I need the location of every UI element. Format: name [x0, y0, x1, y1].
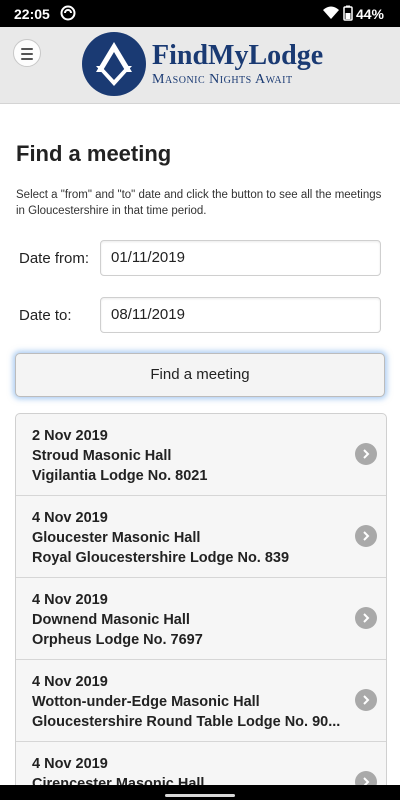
meeting-date: 4 Nov 2019 — [32, 510, 108, 526]
menu-button[interactable] — [13, 39, 41, 67]
meeting-hall: Gloucester Masonic Hall — [32, 530, 201, 546]
home-handle[interactable] — [165, 794, 235, 797]
battery-percent: 44% — [355, 6, 384, 22]
date-from-input[interactable]: 01/11/2019 — [100, 240, 381, 276]
battery-icon — [343, 5, 353, 24]
meeting-lodge: Orpheus Lodge No. 7697 — [32, 632, 203, 648]
date-to-label: Date to: — [19, 307, 72, 324]
list-item[interactable]: 4 Nov 2019 Cirencester Masonic Hall — [16, 742, 386, 785]
list-item[interactable]: 4 Nov 2019 Wotton-under-Edge Masonic Hal… — [16, 660, 386, 742]
list-item[interactable]: 2 Nov 2019 Stroud Masonic Hall Vigilanti… — [16, 414, 386, 496]
vpn-icon — [60, 5, 76, 24]
status-bar: 22:05 44% — [0, 0, 400, 27]
meeting-date: 4 Nov 2019 — [32, 592, 108, 608]
chevron-right-icon — [355, 771, 377, 785]
date-to-input[interactable]: 08/11/2019 — [100, 297, 381, 333]
chevron-right-icon — [355, 607, 377, 629]
wifi-icon — [322, 5, 340, 24]
meeting-hall: Cirencester Masonic Hall — [32, 776, 205, 785]
meeting-date: 2 Nov 2019 — [32, 428, 108, 444]
list-item[interactable]: 4 Nov 2019 Downend Masonic Hall Orpheus … — [16, 578, 386, 660]
logo-title: FindMyLodge — [152, 40, 324, 71]
chevron-right-icon — [355, 525, 377, 547]
list-item[interactable]: 4 Nov 2019 Gloucester Masonic Hall Royal… — [16, 496, 386, 578]
meeting-lodge: Vigilantia Lodge No. 8021 — [32, 468, 208, 484]
meeting-lodge: Royal Gloucestershire Lodge No. 839 — [32, 550, 290, 566]
square-compass-icon — [82, 32, 146, 96]
app-header: FindMyLodge Masonic Nights Await — [0, 27, 400, 104]
page-title: Find a meeting — [16, 141, 172, 166]
intro-text: Select a "from" and "to" date and click … — [16, 189, 382, 217]
logo: FindMyLodge Masonic Nights Await — [82, 32, 327, 98]
meeting-hall: Stroud Masonic Hall — [32, 448, 172, 464]
navigation-bar — [0, 785, 400, 800]
date-from-label: Date from: — [19, 250, 90, 267]
meeting-hall: Downend Masonic Hall — [32, 612, 190, 628]
status-time: 22:05 — [14, 6, 50, 22]
find-meeting-button[interactable]: Find a meeting — [15, 353, 385, 397]
app-screen: FindMyLodge Masonic Nights Await Find a … — [0, 27, 400, 785]
meeting-hall: Wotton-under-Edge Masonic Hall — [32, 694, 260, 710]
results-list: 2 Nov 2019 Stroud Masonic Hall Vigilanti… — [15, 413, 387, 785]
hamburger-icon — [21, 48, 33, 63]
chevron-right-icon — [355, 443, 377, 465]
meeting-date: 4 Nov 2019 — [32, 674, 108, 690]
meeting-date: 4 Nov 2019 — [32, 756, 108, 772]
chevron-right-icon — [355, 689, 377, 711]
logo-subtitle: Masonic Nights Await — [152, 72, 293, 87]
meeting-lodge: Gloucestershire Round Table Lodge No. 90… — [32, 714, 341, 730]
